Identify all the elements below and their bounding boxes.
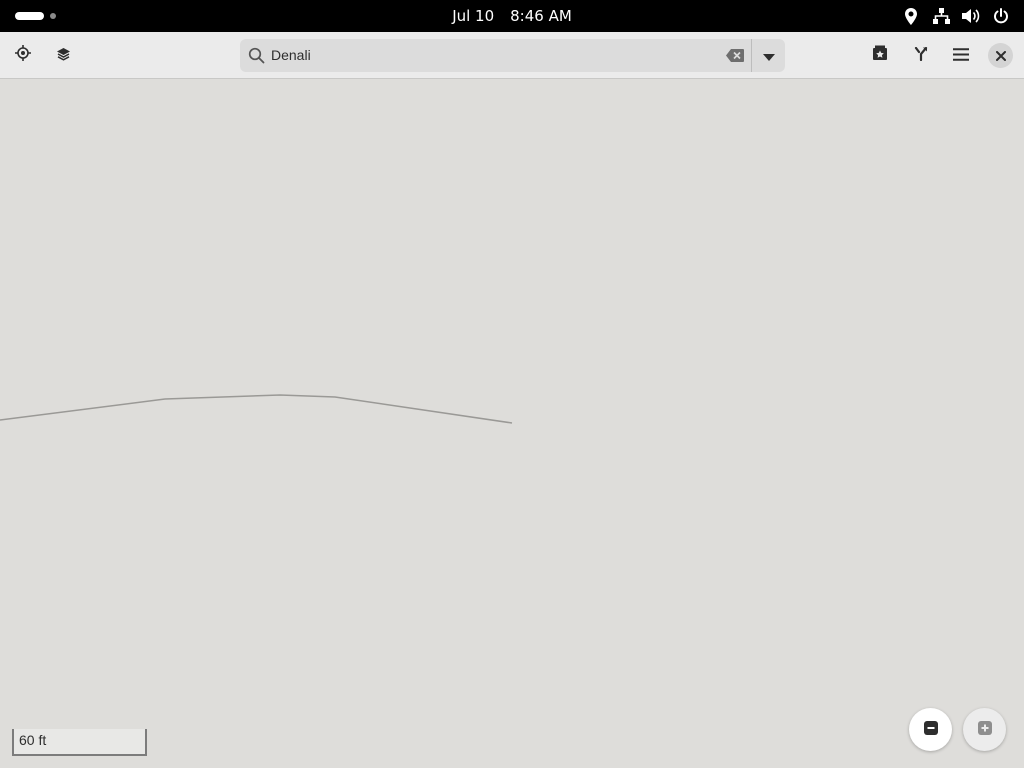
- system-tray[interactable]: [902, 6, 1010, 26]
- active-workspace-indicator: [15, 12, 44, 20]
- volume-icon[interactable]: [962, 7, 980, 25]
- gps-locate-button[interactable]: [4, 36, 42, 74]
- map-scale: 60 ft: [12, 729, 147, 756]
- route-button[interactable]: [902, 36, 940, 74]
- main-menu-button[interactable]: [942, 36, 980, 74]
- search-input[interactable]: Denali: [271, 39, 711, 72]
- activities-button[interactable]: [15, 11, 65, 21]
- network-icon[interactable]: [932, 7, 950, 25]
- inactive-workspace-indicator: [50, 13, 56, 19]
- header-bar: Denali: [0, 32, 1024, 79]
- clock-time[interactable]: 8:46 AM: [510, 7, 572, 25]
- clock[interactable]: Jul 10 8:46 AM: [0, 0, 1024, 32]
- search-icon: [248, 47, 265, 64]
- map-road-line: [0, 394, 513, 424]
- favorites-button[interactable]: [861, 36, 899, 74]
- search-dropdown-button[interactable]: [752, 39, 785, 72]
- power-icon[interactable]: [992, 7, 1010, 25]
- map-scale-label: 60 ft: [19, 732, 47, 748]
- plus-icon: [977, 720, 992, 739]
- close-window-button[interactable]: [988, 43, 1013, 68]
- favorites-icon: [872, 45, 888, 65]
- layers-icon: [56, 46, 70, 65]
- gps-locate-icon: [15, 45, 31, 65]
- clock-date[interactable]: Jul 10: [452, 7, 494, 25]
- layers-button[interactable]: [44, 36, 82, 74]
- clear-search-icon[interactable]: [725, 47, 745, 64]
- top-bar: Jul 10 8:46 AM: [0, 0, 1024, 32]
- map-view[interactable]: 60 ft: [0, 80, 1024, 768]
- minus-icon: [923, 720, 938, 739]
- route-icon: [914, 46, 928, 65]
- chevron-down-icon: [762, 46, 775, 65]
- zoom-in-button[interactable]: [963, 708, 1006, 751]
- location-icon[interactable]: [902, 7, 920, 25]
- close-icon: [995, 46, 1006, 65]
- search-entry[interactable]: Denali: [240, 39, 785, 72]
- zoom-out-button[interactable]: [909, 708, 952, 751]
- hamburger-menu-icon: [953, 46, 969, 65]
